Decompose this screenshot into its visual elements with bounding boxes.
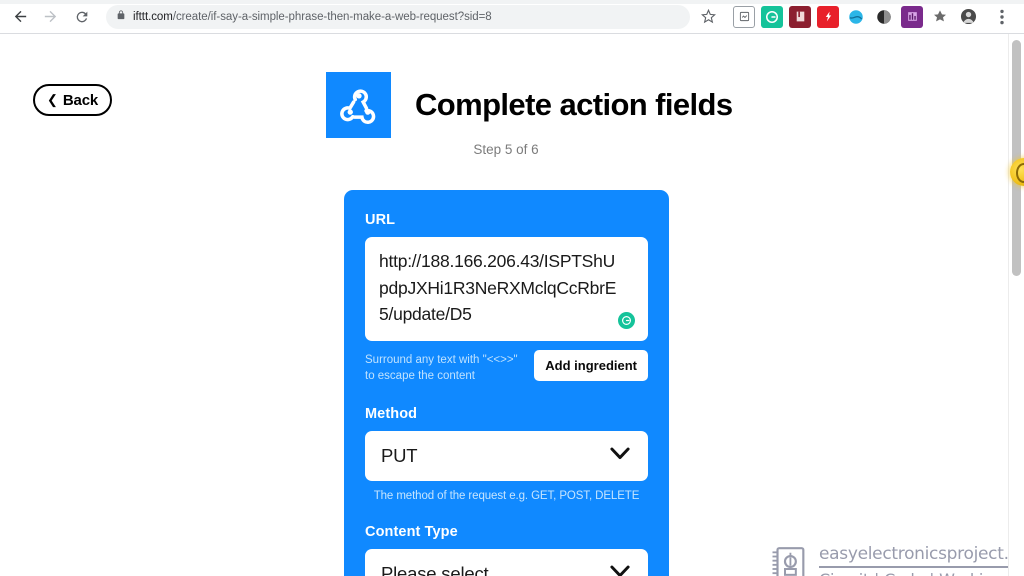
browser-action-icons [690, 3, 1020, 31]
extension-icon-translate[interactable] [845, 6, 867, 28]
watermark-text: easyelectronicsproject.com Circuit | Cod… [819, 544, 1008, 576]
grammarly-icon[interactable] [618, 311, 635, 329]
step-indicator: Step 5 of 6 [473, 142, 539, 157]
extension-icon-screenshot[interactable] [733, 5, 755, 28]
url-helper-text: Surround any text with "<<>>" to escape … [365, 353, 518, 382]
extension-icon-dark-mode[interactable] [873, 6, 895, 28]
method-select[interactable]: PUT [365, 430, 648, 481]
content-type-field-label: Content Type [365, 523, 458, 540]
extension-icon-pinned-tool[interactable] [929, 6, 951, 28]
method-field-label: Method [365, 405, 418, 422]
vertical-scrollbar[interactable] [1008, 34, 1024, 576]
arrow-right-icon [42, 8, 59, 25]
content-type-select[interactable]: Please select [365, 548, 648, 576]
method-field-hint: The method of the request e.g. GET, POST… [373, 489, 640, 502]
back-button[interactable]: ❮ Back [33, 84, 112, 116]
star-outline-icon [700, 9, 716, 24]
page-content: ❮ Back Complete action fields Step 5 of … [0, 34, 1008, 576]
url-field-label: URL [365, 212, 396, 228]
url-host: ifttt.com [133, 10, 173, 23]
browser-back-button[interactable] [6, 3, 34, 31]
page-header: Complete action fields [326, 72, 733, 138]
extension-icon-reader[interactable] [789, 5, 811, 28]
bookmark-star-button[interactable] [694, 3, 722, 31]
address-bar[interactable]: ifttt.com/create/if-say-a-simple-phrase-… [106, 4, 690, 29]
tab-strip-edge [0, 0, 1024, 4]
browser-toolbar: ifttt.com/create/if-say-a-simple-phrase-… [0, 0, 1024, 34]
url-path: /create/if-say-a-simple-phrase-then-make… [172, 10, 492, 23]
url-input[interactable]: http://188.166.206.43/ISPTShUpdpJXHi1R3N… [365, 237, 648, 341]
page-title: Complete action fields [415, 87, 733, 122]
extension-icon-color-picker[interactable] [901, 5, 923, 28]
add-ingredient-button[interactable]: Add ingredient [534, 349, 648, 381]
lock-icon [116, 8, 126, 26]
back-button-label: Back [62, 91, 98, 109]
content-type-select-value: Please select [381, 562, 489, 576]
watermark-tagline: Circuit | Code | Working [819, 570, 1008, 576]
url-helper-row: Surround any text with "<<>>" to escape … [365, 349, 648, 384]
chevron-down-icon [610, 447, 630, 465]
watermark-divider [819, 566, 1008, 568]
avatar[interactable] [957, 6, 979, 28]
method-select-value: PUT [381, 444, 418, 466]
chevron-down-icon [610, 565, 630, 576]
arrow-left-icon [12, 8, 29, 25]
webhooks-icon [326, 72, 391, 138]
chevron-left-icon: ❮ [47, 92, 58, 107]
watermark-site-name: easyelectronicsproject.com [819, 544, 1008, 564]
browser-reload-button[interactable] [68, 3, 96, 31]
url-input-value: http://188.166.206.43/ISPTShUpdpJXHi1R3N… [379, 251, 617, 324]
field-content-type: Content Type Please select [365, 524, 648, 576]
browser-forward-button[interactable] [36, 3, 64, 31]
action-fields-card: URL http://188.166.206.43/ISPTShUpdpJXHi… [344, 190, 669, 576]
reload-icon [74, 9, 90, 25]
extension-icon-grammarly[interactable] [761, 5, 783, 28]
circuit-chip-icon [770, 544, 810, 576]
field-url: URL http://188.166.206.43/ISPTShUpdpJXHi… [365, 212, 648, 384]
address-bar-url: ifttt.com/create/if-say-a-simple-phrase-… [133, 11, 492, 23]
watermark: easyelectronicsproject.com Circuit | Cod… [770, 544, 1008, 576]
three-dot-menu-icon[interactable] [988, 3, 1016, 31]
extension-icon-adblock[interactable] [817, 5, 839, 28]
field-method: Method PUT The method of the request e.g… [365, 406, 648, 502]
